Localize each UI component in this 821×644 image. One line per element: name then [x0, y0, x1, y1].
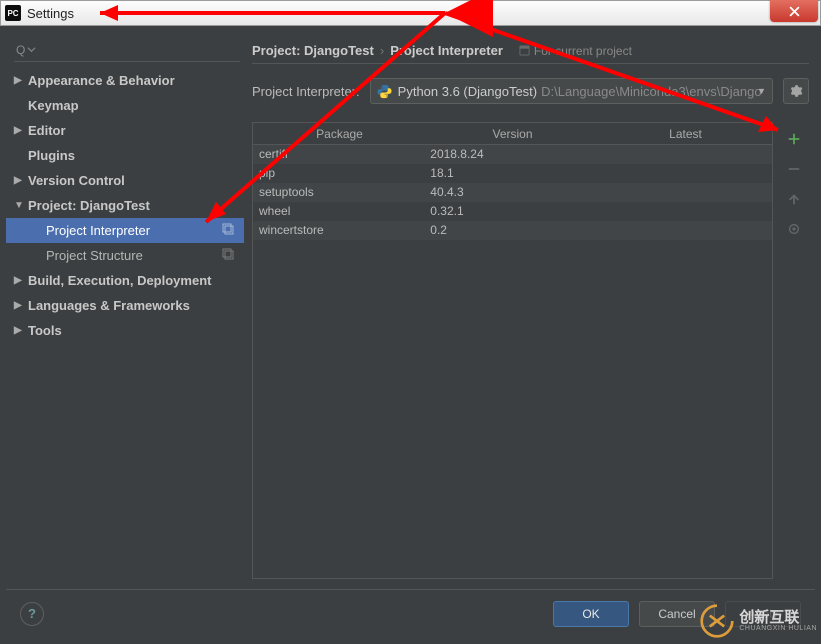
table-row[interactable]: pip18.1	[253, 164, 772, 183]
sidebar-item-label: Tools	[28, 323, 62, 338]
watermark: 创新互联 CHUANGXIN HULIAN	[699, 603, 817, 639]
sidebar-item-editor[interactable]: ▶Editor	[6, 118, 244, 143]
sidebar-item-build-execution-deployment[interactable]: ▶Build, Execution, Deployment	[6, 268, 244, 293]
help-button[interactable]: ?	[20, 602, 44, 626]
interpreter-path: D:\Language\Miniconda3\envs\Django	[541, 84, 761, 99]
tree-arrow-icon: ▶	[14, 125, 26, 136]
sidebar-item-plugins[interactable]: Plugins	[6, 143, 244, 168]
cell-version: 2018.8.24	[424, 145, 600, 164]
table-row[interactable]: wincertstore0.2	[253, 221, 772, 240]
cell-version: 0.2	[424, 221, 600, 240]
tree-arrow-icon: ▼	[14, 200, 26, 211]
sidebar-item-label: Plugins	[28, 148, 75, 163]
cell-latest	[601, 202, 772, 221]
sidebar-item-project-djangotest[interactable]: ▼Project: DjangoTest	[6, 193, 244, 218]
watermark-subtext: CHUANGXIN HULIAN	[739, 625, 817, 632]
cell-package: wheel	[253, 202, 424, 221]
sidebar-item-label: Editor	[28, 123, 66, 138]
sidebar-item-label: Version Control	[28, 173, 125, 188]
table-header: Package Version Latest	[253, 123, 772, 145]
cell-latest	[601, 183, 772, 202]
add-package-button[interactable]	[783, 128, 805, 150]
sidebar-item-appearance-behavior[interactable]: ▶Appearance & Behavior	[6, 68, 244, 93]
chevron-down-icon: ▼	[757, 86, 766, 96]
col-version[interactable]: Version	[426, 123, 599, 144]
copy-icon	[222, 223, 234, 238]
upgrade-package-button[interactable]	[783, 188, 805, 210]
cell-version: 0.32.1	[424, 202, 600, 221]
sidebar-item-label: Keymap	[28, 98, 79, 113]
sidebar-item-version-control[interactable]: ▶Version Control	[6, 168, 244, 193]
interpreter-row: Project Interpreter: Python 3.6 (DjangoT…	[252, 78, 809, 104]
breadcrumb-root: Project: DjangoTest	[252, 43, 374, 58]
interpreter-name: Python 3.6 (DjangoTest)	[398, 84, 537, 99]
scope-tag: For current project	[519, 44, 632, 58]
cell-version: 40.4.3	[424, 183, 600, 202]
show-early-releases-button[interactable]	[783, 218, 805, 240]
tree-arrow-icon: ▶	[14, 325, 26, 336]
dialog-button-bar: ? OK Cancel Apply	[6, 589, 815, 637]
app-icon: PC	[5, 5, 21, 21]
breadcrumb-separator: ›	[380, 43, 384, 58]
breadcrumb: Project: DjangoTest › Project Interprete…	[252, 38, 809, 64]
tree-arrow-icon: ▶	[14, 300, 26, 311]
cell-latest	[601, 164, 772, 183]
copy-icon	[222, 248, 234, 263]
remove-package-button[interactable]	[783, 158, 805, 180]
interpreter-settings-button[interactable]	[783, 78, 809, 104]
sidebar-item-keymap[interactable]: Keymap	[6, 93, 244, 118]
tree-arrow-icon: ▶	[14, 275, 26, 286]
package-toolbar	[779, 122, 809, 240]
cell-package: setuptools	[253, 183, 424, 202]
python-icon	[377, 83, 392, 99]
col-latest[interactable]: Latest	[599, 123, 772, 144]
table-row[interactable]: certifi2018.8.24	[253, 145, 772, 164]
settings-search[interactable]: Q	[14, 38, 240, 62]
sidebar-item-label: Project Interpreter	[46, 223, 150, 238]
packages-table: Package Version Latest certifi2018.8.24p…	[252, 122, 773, 579]
breadcrumb-leaf: Project Interpreter	[390, 43, 503, 58]
cell-version: 18.1	[424, 164, 600, 183]
sidebar-item-label: Languages & Frameworks	[28, 298, 190, 313]
cell-latest	[601, 145, 772, 164]
window-close-button[interactable]	[770, 0, 818, 22]
cell-latest	[601, 221, 772, 240]
ok-button[interactable]: OK	[553, 601, 629, 627]
scope-tag-label: For current project	[534, 44, 632, 58]
watermark-logo	[699, 603, 735, 639]
sidebar-item-label: Project: DjangoTest	[28, 198, 150, 213]
sidebar-item-label: Appearance & Behavior	[28, 73, 175, 88]
sidebar-item-label: Project Structure	[46, 248, 143, 263]
titlebar: PC Settings	[0, 0, 821, 26]
tree-arrow-icon: ▶	[14, 75, 26, 86]
sidebar-item-label: Build, Execution, Deployment	[28, 273, 211, 288]
table-body: certifi2018.8.24pip18.1setuptools40.4.3w…	[253, 145, 772, 240]
table-row[interactable]: setuptools40.4.3	[253, 183, 772, 202]
interpreter-dropdown[interactable]: Python 3.6 (DjangoTest) D:\Language\Mini…	[370, 78, 773, 104]
tree-arrow-icon: ▶	[14, 175, 26, 186]
sidebar-item-project-structure[interactable]: Project Structure	[6, 243, 244, 268]
cell-package: certifi	[253, 145, 424, 164]
sidebar-item-languages-frameworks[interactable]: ▶Languages & Frameworks	[6, 293, 244, 318]
table-row[interactable]: wheel0.32.1	[253, 202, 772, 221]
cell-package: pip	[253, 164, 424, 183]
interpreter-label: Project Interpreter:	[252, 84, 360, 99]
watermark-text: 创新互联	[739, 610, 817, 625]
window-title: Settings	[27, 6, 74, 21]
col-package[interactable]: Package	[253, 123, 426, 144]
sidebar-item-project-interpreter[interactable]: Project Interpreter	[6, 218, 244, 243]
search-icon: Q	[16, 43, 36, 57]
settings-tree: ▶Appearance & BehaviorKeymap▶EditorPlugi…	[6, 68, 244, 583]
main-panel: Project: DjangoTest › Project Interprete…	[252, 38, 809, 583]
sidebar-item-tools[interactable]: ▶Tools	[6, 318, 244, 343]
cell-package: wincertstore	[253, 221, 424, 240]
